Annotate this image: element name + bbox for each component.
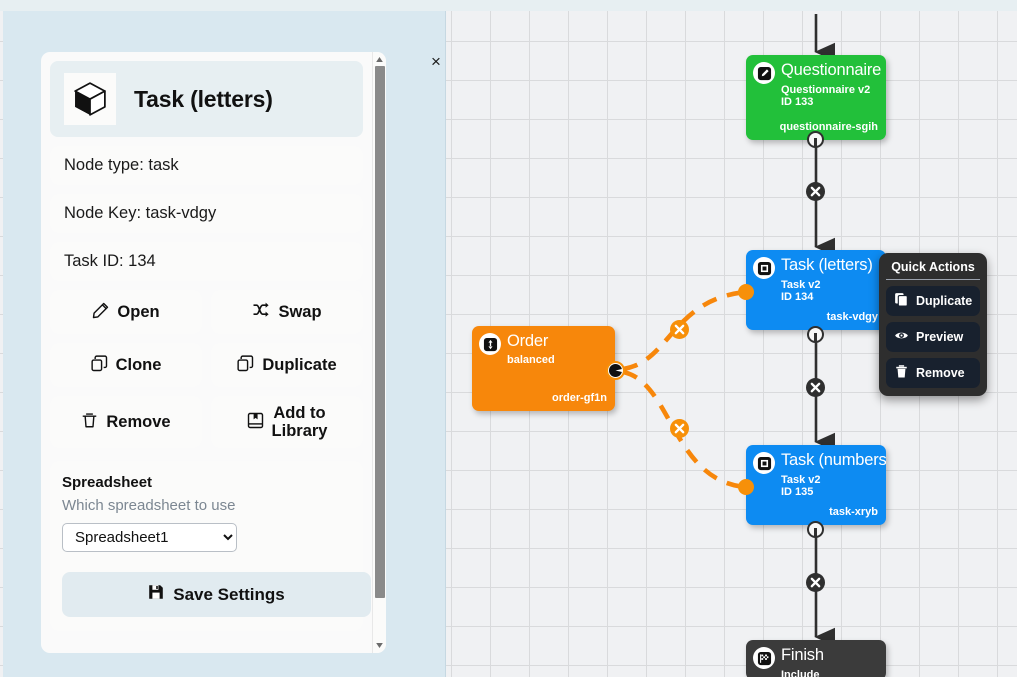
node-subtitle: Questionnaire v2 ID 133 [781,84,871,108]
quick-action-label: Duplicate [916,294,973,308]
node-task-numbers[interactable]: Task (numbers) Task v2 ID 135 task-xryb [746,445,886,525]
node-subtitle: Include [781,669,820,677]
node-subtitle: Task v2 ID 134 [781,279,821,303]
edge-delete-button[interactable] [806,182,825,201]
node-output-handle-task-letters[interactable] [807,326,824,343]
node-header: Task (numbers) [746,445,886,474]
open-button-label: Open [117,303,160,321]
node-key: questionnaire-sgih [779,121,878,133]
node-header: Finish [746,640,886,669]
copy-icon [894,292,909,310]
node-subtitle: balanced [507,354,555,366]
node-title: Finish [781,646,824,664]
node-header: Order [472,326,615,355]
save-settings-button[interactable]: Save Settings [62,572,371,617]
trash-icon [894,364,909,382]
top-band [0,0,1017,11]
scrollbar-thumb[interactable] [374,66,385,598]
node-questionnaire[interactable]: Questionnaire Questionnaire v2 ID 133 qu… [746,55,886,140]
inspector-panel-content: Task (letters) Node type: task Node Key:… [41,52,372,631]
node-header: Questionnaire [746,55,886,84]
clone-icon [91,354,108,376]
task-frame-icon [753,257,775,279]
node-title: Task (numbers) [781,451,886,469]
node-task-letters[interactable]: Task (letters) Task v2 ID 134 task-vdgy [746,250,886,330]
scroll-up-icon[interactable] [373,53,386,66]
node-output-handle-questionnaire[interactable] [807,131,824,148]
quick-actions-menu[interactable]: Quick Actions Duplicate Preview Remove [879,253,987,396]
node-input-handle-task-letters[interactable] [738,284,754,300]
trash-icon [81,412,98,433]
save-settings-label: Save Settings [173,584,285,604]
quick-action-label: Remove [916,366,965,380]
duplicate-button-label: Duplicate [262,356,337,374]
action-row-2: Clone Duplicate [50,343,363,387]
pencil-icon [92,302,109,323]
edge-delete-button[interactable] [806,573,825,592]
inspector-title: Task (letters) [134,85,273,112]
book-bookmark-icon [247,412,264,433]
inspector-panel: Task (letters) Node type: task Node Key:… [41,52,386,653]
duplicate-button[interactable]: Duplicate [211,343,363,387]
close-icon[interactable]: × [427,53,445,71]
node-output-handle-task-numbers[interactable] [807,521,824,538]
checkered-flag-icon [753,647,775,669]
quick-action-label: Preview [916,330,964,344]
info-node-type: Node type: task [50,146,363,185]
shuffle-icon [252,301,270,323]
swap-button-label: Swap [278,303,322,321]
node-title: Task (letters) [781,256,873,274]
node-key: order-gf1n [552,392,607,404]
clone-button-label: Clone [115,356,162,374]
edge-delete-button[interactable] [670,320,689,339]
settings-title: Spreadsheet [62,474,153,491]
quick-action-preview[interactable]: Preview [886,322,980,352]
edit-square-icon [753,62,775,84]
duplicate-icon [237,354,254,376]
settings-description: Which spreadsheet to use [62,497,236,514]
action-row-1: Open Swap [50,290,363,334]
scroll-down-icon[interactable] [373,639,386,652]
open-button[interactable]: Open [50,290,202,334]
node-inspector-sidebar: × Task (letters) Node type: task Node Ke… [3,11,446,677]
add-to-library-button[interactable]: Add to Library [211,396,363,448]
clone-button[interactable]: Clone [50,343,202,387]
node-key: task-xryb [829,506,878,518]
edge-delete-button[interactable] [670,419,689,438]
inspector-header: Task (letters) [50,61,363,137]
node-header: Task (letters) [746,250,886,279]
node-key: task-vdgy [826,311,878,323]
node-finish[interactable]: Finish Include [746,640,886,677]
panel-scrollbar[interactable] [372,52,386,653]
node-output-handle-order[interactable] [606,361,625,380]
remove-button[interactable]: Remove [50,396,202,448]
settings-section: Spreadsheet Which spreadsheet to use Spr… [50,461,371,631]
eye-icon [894,328,909,346]
add-to-library-button-label: Add to Library [271,404,328,440]
node-input-handle-task-numbers[interactable] [738,479,754,495]
node-title: Questionnaire [781,61,882,79]
node-order[interactable]: Order balanced order-gf1n [472,326,615,411]
swap-button[interactable]: Swap [211,290,363,334]
quick-actions-title: Quick Actions [886,260,980,280]
node-title: Order [507,332,549,350]
quick-action-remove[interactable]: Remove [886,358,980,388]
action-row-3: Remove Add to Library [50,396,363,448]
edge-delete-button[interactable] [806,378,825,397]
info-node-key: Node Key: task-vdgy [50,194,363,233]
remove-button-label: Remove [106,413,171,431]
cube-icon [64,73,116,125]
floppy-disk-icon [148,584,164,605]
spreadsheet-select[interactable]: Spreadsheet1 [62,523,237,552]
info-task-id: Task ID: 134 [50,242,363,281]
node-subtitle: Task v2 ID 135 [781,474,821,498]
task-frame-icon [753,452,775,474]
order-updown-icon [479,333,501,355]
quick-action-duplicate[interactable]: Duplicate [886,286,980,316]
app-root: Questionnaire Questionnaire v2 ID 133 qu… [0,0,1017,677]
